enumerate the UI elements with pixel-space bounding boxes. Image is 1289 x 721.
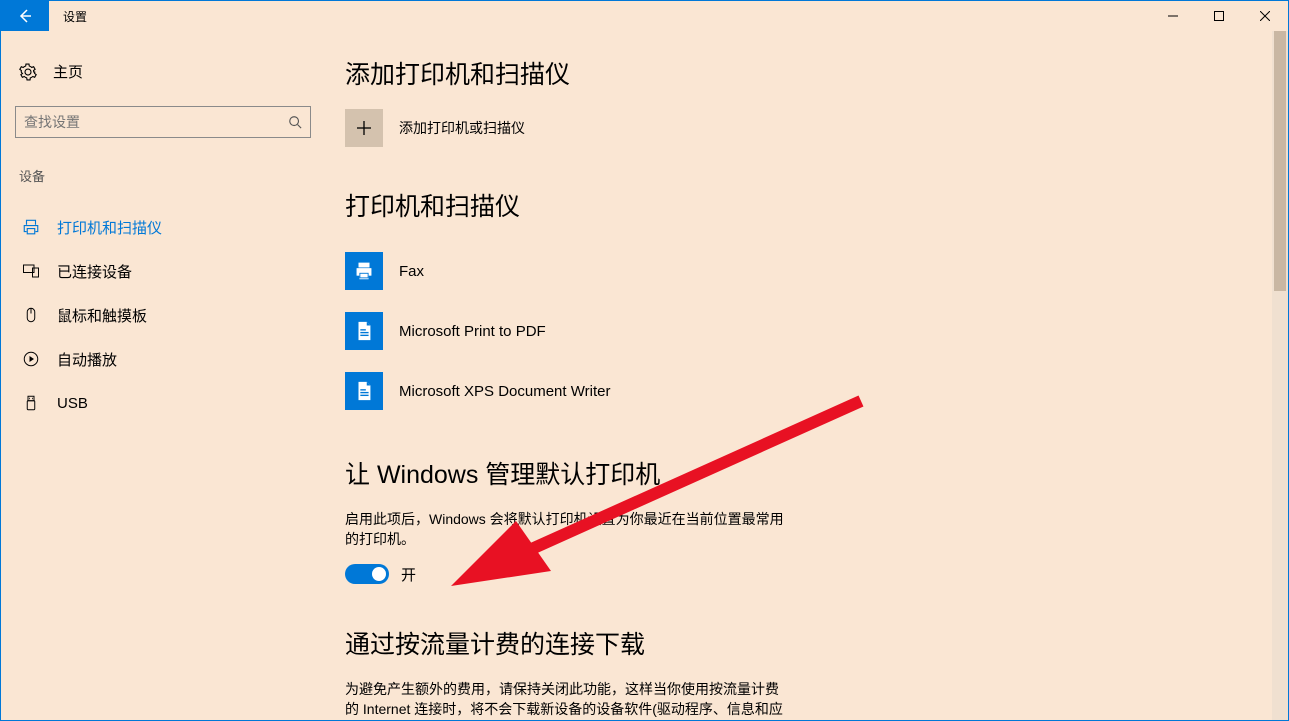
window-title: 设置 (49, 1, 101, 31)
printer-item-pdf[interactable]: Microsoft Print to PDF (345, 301, 1258, 361)
sidebar-item-usb[interactable]: USB (15, 381, 317, 425)
plus-icon (345, 109, 383, 147)
default-printer-toggle[interactable] (345, 564, 389, 584)
printer-name: Fax (399, 263, 424, 280)
document-tile-icon (345, 312, 383, 350)
printer-name: Microsoft XPS Document Writer (399, 383, 610, 400)
search-field[interactable] (24, 114, 288, 130)
toggle-state-label: 开 (401, 564, 416, 585)
sidebar-item-mouse[interactable]: 鼠标和触摸板 (15, 293, 317, 337)
home-label: 主页 (53, 61, 83, 82)
printer-icon (21, 218, 41, 236)
sidebar-item-printers[interactable]: 打印机和扫描仪 (15, 205, 317, 249)
section-printers-title: 打印机和扫描仪 (345, 187, 1258, 223)
maximize-button[interactable] (1196, 1, 1242, 31)
main-content: 添加打印机和扫描仪 添加打印机或扫描仪 打印机和扫描仪 Fax Microsof… (331, 31, 1272, 720)
section-default-title: 让 Windows 管理默认打印机 (345, 455, 1258, 491)
sidebar-item-label: 自动播放 (57, 349, 117, 370)
sidebar-item-label: 打印机和扫描仪 (57, 217, 162, 238)
back-button[interactable] (1, 1, 49, 31)
printer-item-fax[interactable]: Fax (345, 241, 1258, 301)
toggle-knob (372, 567, 386, 581)
minimize-button[interactable] (1150, 1, 1196, 31)
section-metered-desc: 为避免产生额外的费用，请保持关闭此功能，这样当你使用按流量计费的 Interne… (345, 679, 785, 720)
devices-icon (21, 262, 41, 280)
sidebar-item-label: 已连接设备 (57, 261, 132, 282)
add-printer-label: 添加打印机或扫描仪 (399, 118, 525, 138)
document-tile-icon (345, 372, 383, 410)
section-add-title: 添加打印机和扫描仪 (345, 55, 1258, 91)
usb-icon (21, 394, 41, 412)
printer-tile-icon (345, 252, 383, 290)
search-input[interactable] (15, 106, 311, 138)
search-icon (288, 115, 302, 129)
section-default-desc: 启用此项后，Windows 会将默认打印机设置为你最近在当前位置最常用的打印机。 (345, 509, 785, 550)
home-button[interactable]: 主页 (15, 55, 317, 88)
sidebar-item-label: 鼠标和触摸板 (57, 305, 147, 326)
close-button[interactable] (1242, 1, 1288, 31)
sidebar: 主页 设备 打印机和扫描仪 已连接设备 鼠标和触摸板 (1, 31, 331, 720)
sidebar-item-autoplay[interactable]: 自动播放 (15, 337, 317, 381)
gear-icon (19, 63, 37, 81)
sidebar-item-label: USB (57, 395, 88, 412)
add-printer-button[interactable]: 添加打印机或扫描仪 (345, 109, 1258, 147)
titlebar: 设置 (1, 1, 1288, 31)
autoplay-icon (21, 350, 41, 368)
printer-item-xps[interactable]: Microsoft XPS Document Writer (345, 361, 1258, 421)
printer-name: Microsoft Print to PDF (399, 323, 546, 340)
sidebar-group-title: 设备 (15, 166, 317, 185)
mouse-icon (21, 306, 41, 324)
sidebar-item-connected[interactable]: 已连接设备 (15, 249, 317, 293)
section-metered-title: 通过按流量计费的连接下载 (345, 625, 1258, 661)
vertical-scrollbar[interactable] (1272, 31, 1288, 720)
scrollbar-thumb[interactable] (1274, 31, 1286, 291)
window-controls (1150, 1, 1288, 31)
